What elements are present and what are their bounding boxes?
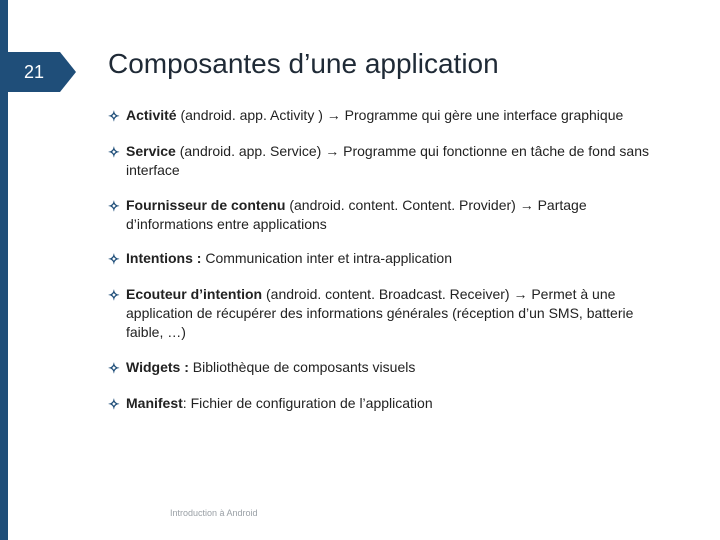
list-item-text: Fournisseur de contenu (android. content… [126, 196, 668, 234]
list-item: ✧ Service (android. app. Service) → Prog… [108, 142, 668, 180]
side-accent-stripe [0, 0, 8, 540]
slide-title: Composantes d’une application [108, 48, 499, 80]
list-item: ✧ Manifest: Fichier de configuration de … [108, 394, 668, 414]
list-item-text: Service (android. app. Service) → Progra… [126, 142, 668, 180]
item-bold: Fournisseur de contenu [126, 197, 285, 213]
item-paren: (android. app. Service) [176, 143, 325, 159]
list-item: ✧ Fournisseur de contenu (android. conte… [108, 196, 668, 234]
item-bold: Intentions : [126, 250, 201, 266]
slide-number-chevron-icon [60, 52, 76, 92]
bullet-diamond-icon: ✧ [108, 249, 126, 269]
bullet-diamond-icon: ✧ [108, 394, 126, 414]
item-rest: Programme qui gère une interface graphiq… [341, 107, 624, 123]
item-paren: (android. content. Content. Provider) [285, 197, 519, 213]
item-bold: Activité [126, 107, 177, 123]
bullet-diamond-icon: ✧ [108, 106, 126, 126]
slide-number-badge: 21 [8, 52, 60, 92]
item-rest: : Fichier de configuration de l’applicat… [183, 395, 433, 411]
arrow-icon: → [520, 197, 534, 213]
item-bold: Widgets : [126, 359, 189, 375]
list-item-text: Ecouteur d’intention (android. content. … [126, 285, 668, 342]
bullet-diamond-icon: ✧ [108, 285, 126, 342]
list-item: ✧ Ecouteur d’intention (android. content… [108, 285, 668, 342]
item-rest: Communication inter et intra-application [201, 250, 452, 266]
arrow-icon: → [327, 107, 341, 123]
bullet-diamond-icon: ✧ [108, 358, 126, 378]
list-item-text: Widgets : Bibliothèque de composants vis… [126, 358, 668, 378]
list-item-text: Intentions : Communication inter et intr… [126, 249, 668, 269]
list-item-text: Activité (android. app. Activity ) → Pro… [126, 106, 668, 126]
slide-footer: Introduction à Android [170, 508, 258, 518]
slide-content: ✧ Activité (android. app. Activity ) → P… [108, 106, 668, 430]
list-item: ✧ Activité (android. app. Activity ) → P… [108, 106, 668, 126]
item-bold: Ecouteur d’intention [126, 286, 262, 302]
item-rest: Bibliothèque de composants visuels [189, 359, 415, 375]
bullet-diamond-icon: ✧ [108, 142, 126, 180]
item-bold: Manifest [126, 395, 183, 411]
list-item: ✧ Widgets : Bibliothèque de composants v… [108, 358, 668, 378]
item-bold: Service [126, 143, 176, 159]
bullet-diamond-icon: ✧ [108, 196, 126, 234]
list-item-text: Manifest: Fichier de configuration de l’… [126, 394, 668, 414]
item-paren: (android. content. Broadcast. Receiver) [262, 286, 513, 302]
slide: 21 Composantes d’une application ✧ Activ… [0, 0, 720, 540]
item-paren: (android. app. Activity ) [177, 107, 327, 123]
arrow-icon: → [325, 143, 339, 159]
list-item: ✧ Intentions : Communication inter et in… [108, 249, 668, 269]
arrow-icon: → [513, 286, 527, 302]
